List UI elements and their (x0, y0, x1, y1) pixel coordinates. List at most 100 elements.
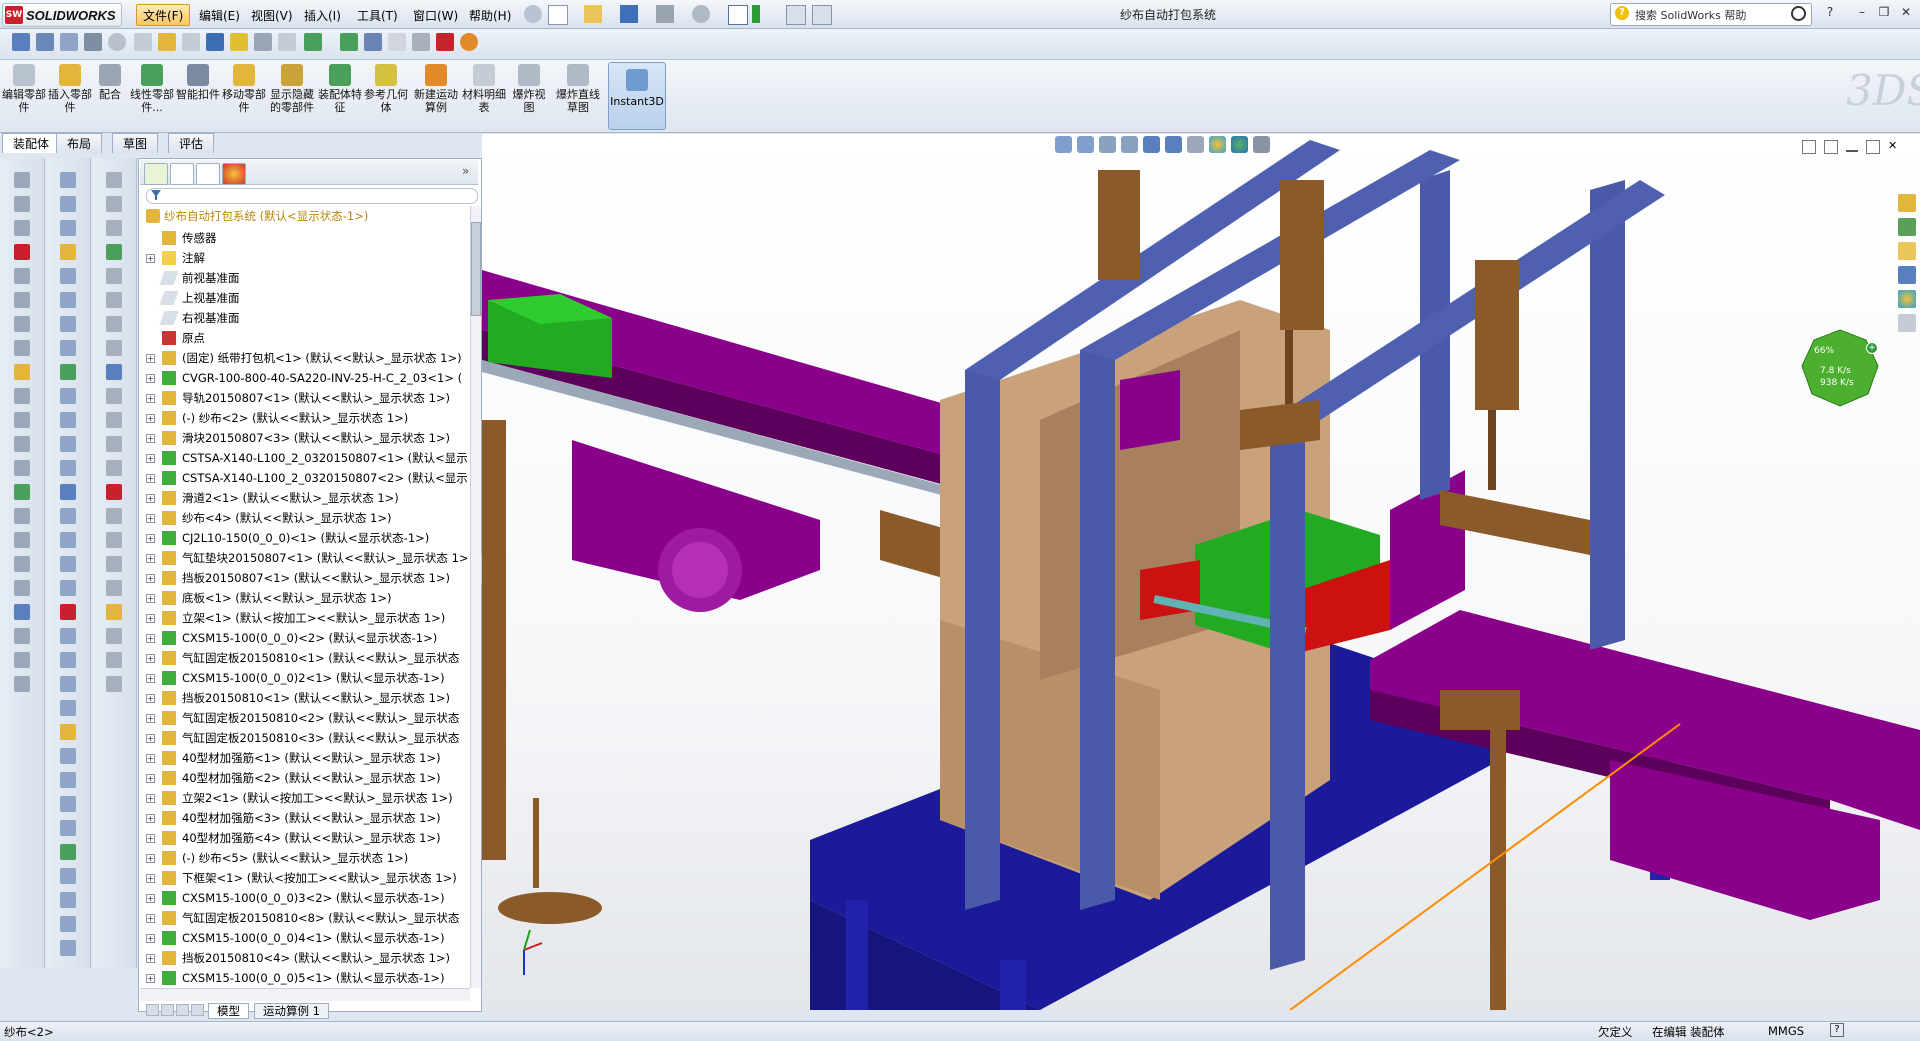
expand-toggle-icon[interactable]: + (146, 934, 155, 943)
tree-item[interactable]: +40型材加强筋<3> (默认<<默认>_显示状态 1>) (140, 808, 470, 828)
toolbar-tool-icon[interactable] (60, 892, 76, 908)
toolbar-tool-icon[interactable] (106, 196, 122, 212)
expand-toggle-icon[interactable]: + (146, 734, 155, 743)
toolbar-tool-icon[interactable] (14, 172, 30, 188)
tree-item[interactable]: 前视基准面 (140, 268, 470, 288)
toolbar-tool-icon[interactable] (60, 724, 76, 740)
tree-item[interactable]: + 底板<1> (默认<<默认>_显示状态 1>) (140, 588, 470, 608)
compare-icon[interactable] (388, 33, 406, 51)
expand-toggle-icon[interactable]: + (146, 354, 155, 363)
pin-icon[interactable] (524, 5, 542, 23)
expand-toggle-icon[interactable]: + (146, 374, 155, 383)
expand-toggle-icon[interactable]: + (146, 794, 155, 803)
tab-layout[interactable]: 布局 (56, 133, 103, 153)
tree-item[interactable]: + CSTSA-X140-L100_2_0320150807<1> (默认<显示 (140, 448, 470, 468)
toolbar-tool-icon[interactable] (106, 676, 122, 692)
menu-window[interactable]: 窗口(W) (406, 4, 465, 26)
menu-tools[interactable]: 工具(T) (350, 4, 405, 26)
tab-model[interactable]: 模型 (208, 1003, 249, 1019)
expand-toggle-icon[interactable]: + (146, 714, 155, 723)
section-properties-icon[interactable] (84, 33, 102, 51)
toolbar-tool-icon[interactable] (14, 628, 30, 644)
tree-item[interactable]: + (-) 纱布<5> (默认<<默认>_显示状态 1>) (140, 848, 470, 868)
tree-item[interactable]: + 导轨20150807<1> (默认<<默认>_显示状态 1>) (140, 388, 470, 408)
tree-item[interactable]: + CVGR-100-800-40-SA220-INV-25-H-C_2_03<1… (140, 368, 470, 388)
toolbar-tool-icon[interactable] (14, 508, 30, 524)
toolbar-tool-icon[interactable] (60, 628, 76, 644)
file-explorer-icon[interactable] (1898, 242, 1916, 260)
toolbar-tool-icon[interactable] (106, 172, 122, 188)
expand-toggle-icon[interactable]: + (146, 394, 155, 403)
expand-toggle-icon[interactable]: + (146, 494, 155, 503)
toolbar-tool-icon[interactable] (60, 556, 76, 572)
tree-item[interactable]: + 气缸固定板20150810<3> (默认<<默认>_显示状态 (140, 728, 470, 748)
tree-item[interactable]: + 立架<1> (默认<按加工><<默认>_显示状态 1>) (140, 608, 470, 628)
toolbar-tool-icon[interactable] (14, 244, 30, 260)
toolbar-tool-icon[interactable] (14, 652, 30, 668)
warning-icon[interactable] (230, 33, 248, 51)
tree-item[interactable]: + (-) 纱布<2> (默认<<默认>_显示状态 1>) (140, 408, 470, 428)
photoview-icon[interactable] (460, 33, 478, 51)
toolbar-tool-icon[interactable] (14, 532, 30, 548)
toolbar-tool-icon[interactable] (106, 628, 122, 644)
toolbar-tool-icon[interactable] (60, 172, 76, 188)
expand-toggle-icon[interactable]: + (146, 874, 155, 883)
tree-item[interactable]: + CXSM15-100(0_0_0)4<1> (默认<显示状态-1>) (140, 928, 470, 948)
section-view-icon[interactable] (1121, 136, 1138, 153)
performance-evaluation-icon[interactable] (364, 33, 382, 51)
expand-toggle-icon[interactable]: + (146, 914, 155, 923)
expand-toggle-icon[interactable]: + (146, 414, 155, 423)
select-arrow-icon[interactable] (728, 5, 748, 25)
tree-item[interactable]: +40型材加强筋<2> (默认<<默认>_显示状态 1>) (140, 768, 470, 788)
design-checker-icon[interactable] (412, 33, 430, 51)
expand-panel-chevron-icon[interactable]: » (462, 164, 469, 178)
toolbar-tool-icon[interactable] (60, 604, 76, 620)
tab-evaluate[interactable]: 评估 (168, 133, 215, 153)
toolbar-tool-icon[interactable] (60, 196, 76, 212)
tree-item[interactable]: + 下框架<1> (默认<按加工><<默认>_显示状态 1>) (140, 868, 470, 888)
exploded-view-button[interactable]: 爆炸视图 (508, 64, 550, 114)
instant3d-button[interactable]: Instant3D (608, 62, 666, 130)
explode-line-sketch-button[interactable]: 爆炸直线草图 (556, 64, 600, 114)
hide-show-items-icon[interactable] (1187, 136, 1204, 153)
toolbar-tool-icon[interactable] (14, 316, 30, 332)
toolbar-tool-icon[interactable] (60, 460, 76, 476)
toolbar-tool-icon[interactable] (60, 940, 76, 956)
expand-toggle-icon[interactable]: + (146, 774, 155, 783)
toolbar-tool-icon[interactable] (60, 316, 76, 332)
arrow-first-icon[interactable] (146, 1004, 159, 1016)
viewport-minimize-icon[interactable] (1846, 146, 1858, 152)
expand-toggle-icon[interactable]: + (146, 754, 155, 763)
tree-item[interactable]: + 注解 (140, 248, 470, 268)
assembly-visualization-icon[interactable] (340, 33, 358, 51)
apply-scene-icon[interactable] (1231, 136, 1248, 153)
toolbar-tool-icon[interactable] (106, 556, 122, 572)
tab-sketch[interactable]: 草图 (112, 133, 159, 153)
tree-item[interactable]: + 气缸固定板20150810<8> (默认<<默认>_显示状态 (140, 908, 470, 928)
toolbar-tool-icon[interactable] (60, 652, 76, 668)
property-manager-tab-icon[interactable] (170, 163, 194, 185)
menu-edit[interactable]: 编辑(E) (192, 4, 247, 26)
toolbar-tool-icon[interactable] (60, 772, 76, 788)
toolbar-tool-icon[interactable] (14, 412, 30, 428)
configuration-manager-tab-icon[interactable] (196, 163, 220, 185)
solidworks-logo-button[interactable]: SW SOLIDWORKS (2, 3, 122, 27)
rebuild-traffic-light-icon[interactable] (752, 5, 760, 23)
viewport-restore-icon[interactable] (1866, 140, 1880, 154)
tree-item[interactable]: + 气缸固定板20150810<1> (默认<<默认>_显示状态 (140, 648, 470, 668)
tree-item[interactable]: +40型材加强筋<1> (默认<<默认>_显示状态 1>) (140, 748, 470, 768)
new-motion-study-button[interactable]: 新建运动算例 (414, 64, 458, 114)
toolbar-tool-icon[interactable] (106, 652, 122, 668)
toolbar-tool-icon[interactable] (60, 388, 76, 404)
tree-item[interactable]: + CJ2L10-150(0_0_0)<1> (默认<显示状态-1>) (140, 528, 470, 548)
expand-toggle-icon[interactable]: + (146, 954, 155, 963)
transfer-icon[interactable] (304, 33, 322, 51)
options-icon[interactable] (812, 5, 832, 25)
expand-toggle-icon[interactable]: + (146, 834, 155, 843)
toolbar-tool-icon[interactable] (60, 844, 76, 860)
view-orientation-icon[interactable] (1143, 136, 1160, 153)
menu-file[interactable]: 文件(F) (136, 4, 191, 26)
check-entity-icon[interactable] (158, 33, 176, 51)
toolbar-tool-icon[interactable] (60, 676, 76, 692)
tree-item[interactable]: + 立架2<1> (默认<按加工><<默认>_显示状态 1>) (140, 788, 470, 808)
